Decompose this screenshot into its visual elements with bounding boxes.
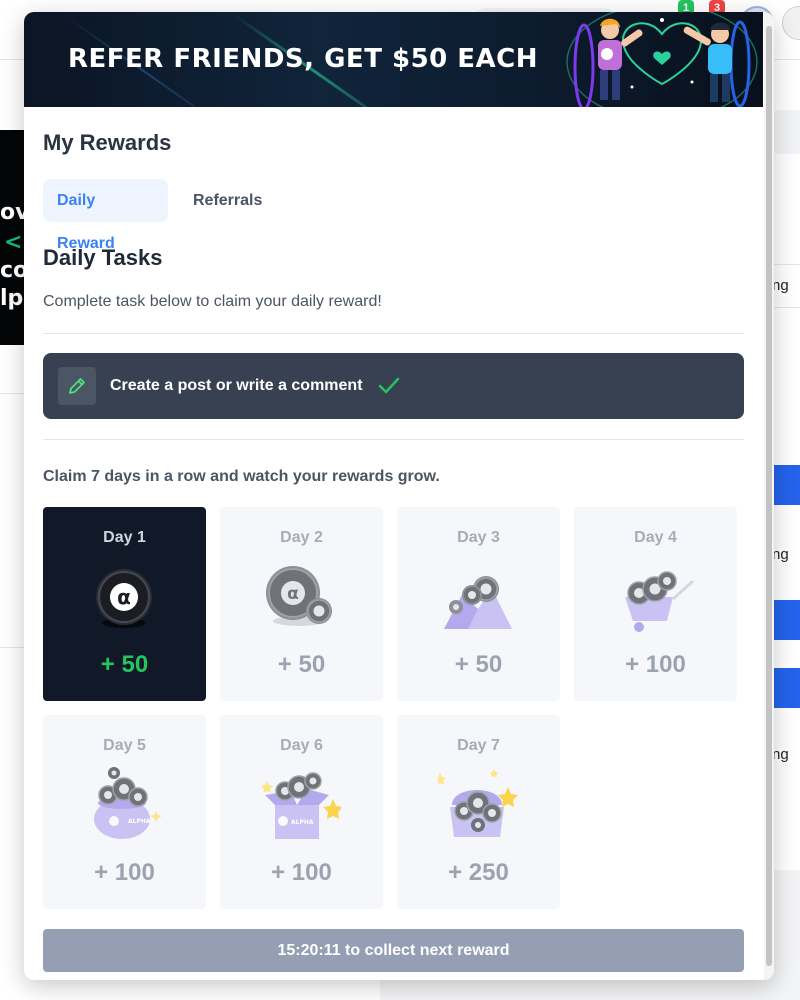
day-label: Day 4 — [634, 529, 677, 546]
check-icon — [378, 377, 400, 394]
page-title: My Rewards — [43, 130, 172, 155]
day-reward-value: + 100 — [625, 651, 686, 678]
streak-description: Claim 7 days in a row and watch your rew… — [43, 468, 440, 485]
day-reward-value: + 100 — [271, 859, 332, 886]
collect-reward-button[interactable]: 15:20:11 to collect next reward — [43, 929, 744, 972]
day-card-2[interactable]: Day 2 α + 50 — [220, 507, 383, 701]
scrollbar-thumb[interactable] — [766, 26, 772, 966]
friends-high-five-illustration — [566, 12, 758, 107]
background-divider — [0, 647, 26, 648]
popup-scrollbar[interactable] — [764, 12, 774, 980]
tab-daily-reward[interactable]: Daily Reward — [43, 179, 168, 252]
coin-pile-icon — [444, 576, 512, 629]
background-divider — [770, 264, 800, 265]
day-label: Day 5 — [103, 737, 146, 754]
background-right-item[interactable]: ng — [772, 264, 800, 308]
day-card-7[interactable]: Day 7 + 250 — [397, 715, 560, 909]
task-label: Create a post or write a comment — [110, 377, 363, 394]
two-coins-icon: α — [266, 566, 332, 626]
left-ad-accent-icon: < — [4, 230, 23, 255]
left-ad-text-3: lp — [0, 286, 24, 311]
background-divider — [770, 307, 800, 308]
tab-referrals[interactable]: Referrals — [179, 179, 276, 222]
svg-text:ALPHA: ALPHA — [128, 818, 151, 825]
background-right-pill[interactable] — [770, 110, 800, 154]
divider — [43, 439, 744, 440]
day-label: Day 7 — [457, 737, 500, 754]
day-reward-value: + 50 — [100, 651, 149, 678]
day-card-4[interactable]: Day 4 + 100 — [574, 507, 737, 701]
rewards-popup: REFER FRIENDS, GET $50 EACH My Rewards D… — [24, 12, 774, 980]
day-label: Day 6 — [280, 737, 323, 754]
svg-text:α: α — [287, 584, 299, 604]
left-ad-text-2: co — [0, 258, 26, 283]
day-label: Day 2 — [280, 529, 323, 546]
svg-text:ALPHA: ALPHA — [291, 819, 314, 826]
referral-banner[interactable]: REFER FRIENDS, GET $50 EACH — [24, 12, 763, 107]
background-right-item[interactable]: ng — [772, 533, 800, 577]
left-ad-text-1: ov — [0, 200, 26, 225]
day-card-3[interactable]: Day 3 + 50 — [397, 507, 560, 701]
day-label: Day 3 — [457, 529, 500, 546]
coin-pot-icon: ALPHA — [94, 767, 162, 839]
day-card-1[interactable]: Day 1 α + 50 — [43, 507, 206, 701]
treasure-chest-icon — [438, 769, 518, 837]
day-label: Day 1 — [103, 529, 146, 546]
coin-box-icon: ALPHA — [261, 772, 341, 839]
single-coin-icon: α — [96, 569, 152, 628]
section-subtitle: Complete task below to claim your daily … — [43, 293, 382, 310]
background-blue-button[interactable] — [772, 668, 800, 708]
background-blue-button[interactable] — [772, 600, 800, 640]
divider — [43, 333, 744, 334]
day-reward-value: + 100 — [94, 859, 155, 886]
banner-title: REFER FRIENDS, GET $50 EACH — [68, 44, 539, 74]
day-reward-value: + 50 — [277, 651, 326, 678]
background-right-item[interactable]: ng — [772, 733, 800, 777]
day-reward-value: + 50 — [454, 651, 503, 678]
background-divider — [0, 393, 26, 394]
section-title: Daily Tasks — [43, 245, 163, 270]
secondary-avatar[interactable] — [782, 6, 800, 40]
day-card-6[interactable]: Day 6 ALPHA + 100 — [220, 715, 383, 909]
pencil-icon — [58, 367, 96, 405]
day-reward-value: + 250 — [448, 859, 509, 886]
svg-text:α: α — [117, 585, 131, 609]
wheelbarrow-coins-icon — [625, 571, 695, 632]
day-card-5[interactable]: Day 5 ALPHA + 100 — [43, 715, 206, 909]
left-ad-banner[interactable]: ov < co lp — [0, 130, 26, 345]
daily-task-card[interactable]: Create a post or write a comment — [43, 353, 744, 419]
background-blue-button[interactable] — [772, 465, 800, 505]
